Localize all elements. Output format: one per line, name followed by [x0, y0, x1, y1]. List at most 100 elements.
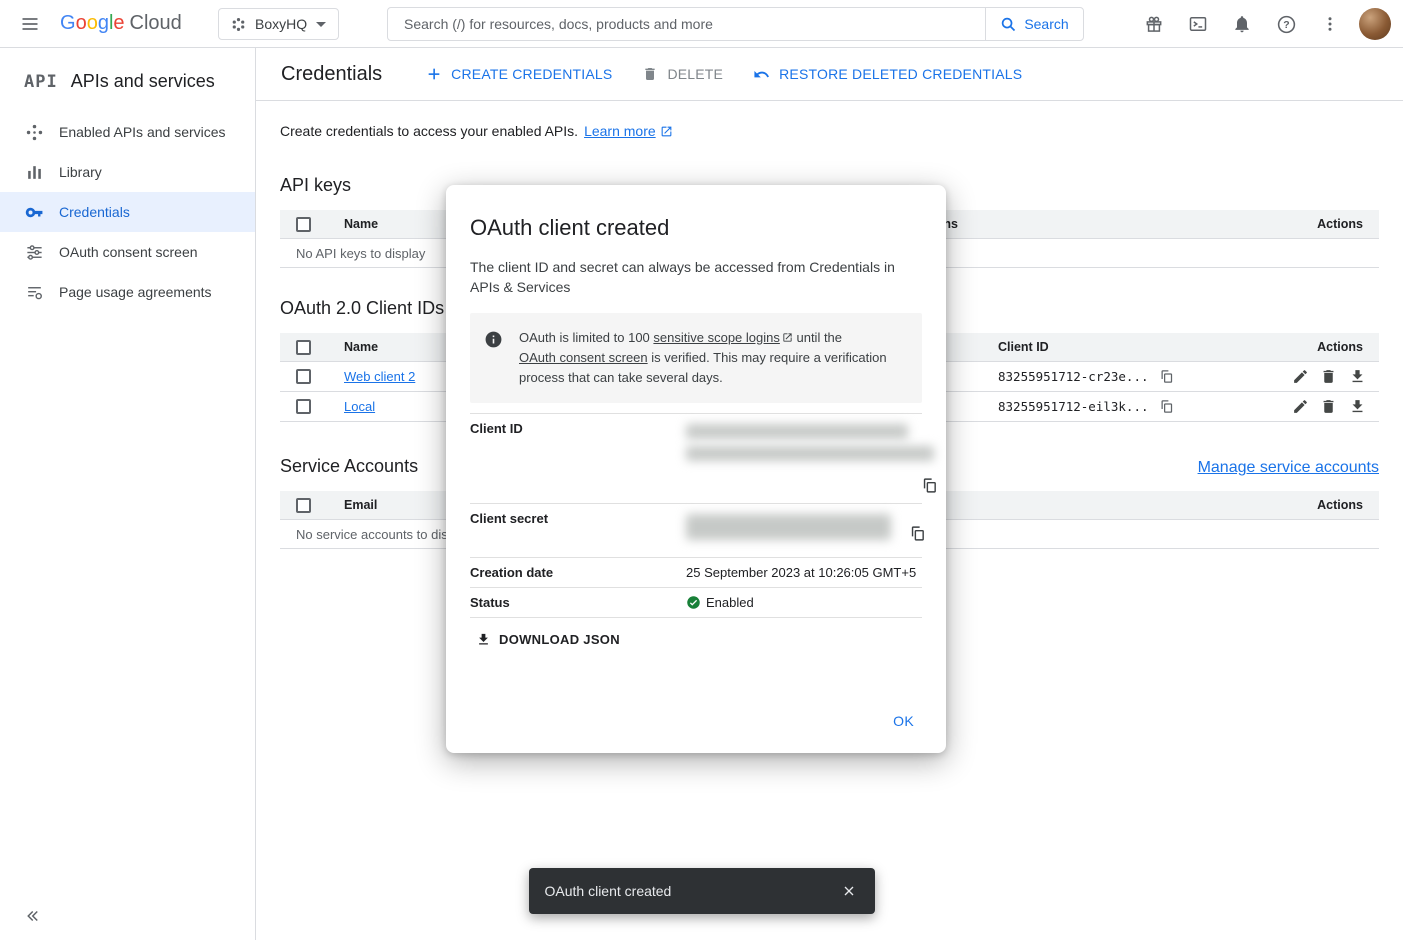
logo-letter: o: [76, 12, 87, 35]
download-icon[interactable]: [1346, 364, 1369, 390]
sensitive-scope-logins-link[interactable]: sensitive scope logins: [653, 328, 792, 348]
cloud-shell-icon[interactable]: [1177, 3, 1219, 45]
oauth-client-link[interactable]: Local: [344, 399, 375, 414]
logo-letter: o: [87, 12, 98, 35]
restore-deleted-credentials-button[interactable]: RESTORE DELETED CREDENTIALS: [753, 66, 1022, 83]
column-header-actions: Actions: [1289, 340, 1379, 354]
download-icon: [476, 632, 491, 647]
collapse-sidebar-icon[interactable]: [20, 904, 44, 928]
download-json-button[interactable]: DOWNLOAD JSON: [476, 632, 620, 647]
library-icon: [25, 163, 44, 182]
oauth-consent-screen-link[interactable]: OAuth consent screen: [519, 348, 648, 368]
sidebar-nav: API APIs and services Enabled APIs and s…: [0, 48, 256, 940]
sidebar-item-oauth-consent-screen[interactable]: OAuth consent screen: [0, 232, 255, 272]
creation-date-label: Creation date: [470, 565, 686, 580]
edit-pencil-icon[interactable]: [1289, 364, 1312, 390]
learn-more-link[interactable]: Learn more: [584, 123, 673, 139]
delete-trash-icon[interactable]: [1318, 394, 1341, 420]
project-picker[interactable]: BoxyHQ: [218, 8, 339, 40]
sidebar-header: API APIs and services: [0, 48, 255, 112]
client-id-redacted-value: [686, 424, 908, 439]
offers-gift-icon[interactable]: [1133, 3, 1175, 45]
project-name: BoxyHQ: [255, 16, 307, 32]
sidebar-item-label: Credentials: [59, 204, 130, 220]
page-description: Create credentials to access your enable…: [256, 101, 1403, 145]
page-toolbar: Credentials CREATE CREDENTIALS DELETE RE…: [256, 48, 1403, 101]
undo-icon: [753, 66, 770, 83]
copy-client-secret-icon[interactable]: [907, 523, 928, 544]
sidebar-item-enabled-apis[interactable]: Enabled APIs and services: [0, 112, 255, 152]
sidebar-item-label: Page usage agreements: [59, 284, 212, 300]
client-secret-row: Client secret: [470, 503, 922, 557]
dialog-body-text: The client ID and secret can always be a…: [470, 257, 922, 297]
svg-text:?: ?: [1283, 19, 1289, 31]
sidebar-item-label: Library: [59, 164, 102, 180]
enabled-apis-icon: [25, 123, 44, 142]
oauth-client-created-dialog: OAuth client created The client ID and s…: [446, 185, 946, 753]
copy-client-id-icon[interactable]: [919, 475, 940, 496]
plus-icon: [426, 66, 442, 82]
status-value: Enabled: [706, 595, 754, 610]
creation-date-value: 25 September 2023 at 10:26:05 GMT+5: [686, 565, 922, 580]
logo-letter: e: [113, 12, 124, 35]
agreements-icon: [25, 283, 44, 302]
close-icon[interactable]: [831, 873, 867, 909]
sidebar-title: APIs and services: [71, 71, 215, 92]
delete-button[interactable]: DELETE: [642, 66, 723, 82]
info-icon: [484, 330, 503, 388]
manage-service-accounts-link[interactable]: Manage service accounts: [1198, 459, 1379, 477]
select-all-checkbox[interactable]: [296, 217, 311, 232]
external-link-icon: [660, 125, 673, 138]
external-link-icon: [782, 328, 793, 348]
status-label: Status: [470, 595, 686, 610]
search-bar: Search: [387, 7, 1084, 41]
sidebar-item-library[interactable]: Library: [0, 152, 255, 192]
client-id-redacted-value: [686, 446, 934, 461]
copy-icon[interactable]: [1157, 397, 1177, 417]
client-secret-label: Client secret: [470, 511, 686, 550]
search-button[interactable]: Search: [985, 8, 1083, 40]
logo-letter: G: [60, 12, 76, 35]
dialog-title: OAuth client created: [470, 215, 922, 241]
edit-pencil-icon[interactable]: [1289, 394, 1312, 420]
sidebar-item-label: OAuth consent screen: [59, 244, 198, 260]
select-all-checkbox[interactable]: [296, 340, 311, 355]
top-app-bar: G o o g l e Cloud BoxyHQ Search: [0, 0, 1403, 48]
search-icon: [1000, 16, 1017, 33]
ok-button[interactable]: OK: [885, 707, 922, 735]
create-credentials-button[interactable]: CREATE CREDENTIALS: [426, 66, 612, 82]
status-enabled-check-icon: [686, 595, 701, 610]
delete-trash-icon[interactable]: [1318, 364, 1341, 390]
copy-icon[interactable]: [1157, 367, 1177, 387]
column-header-actions: Actions: [1289, 498, 1379, 512]
sidebar-item-page-usage-agreements[interactable]: Page usage agreements: [0, 272, 255, 312]
status-row: Status Enabled: [470, 587, 922, 617]
apis-product-icon: API: [24, 72, 58, 92]
notifications-bell-icon[interactable]: [1221, 3, 1263, 45]
download-icon[interactable]: [1346, 394, 1369, 420]
hamburger-menu-icon[interactable]: [6, 0, 54, 48]
service-accounts-title: Service Accounts: [280, 456, 418, 477]
creation-date-row: Creation date 25 September 2023 at 10:26…: [470, 557, 922, 587]
search-input[interactable]: [388, 8, 985, 40]
client-id-value: 83255951712-eil3k...: [998, 399, 1149, 414]
notice-banner: OAuth is limited to 100 sensitive scope …: [470, 313, 922, 403]
sidebar-item-credentials[interactable]: Credentials: [0, 192, 255, 232]
page-title: Credentials: [281, 63, 382, 86]
key-icon: [25, 203, 44, 222]
oauth-client-link[interactable]: Web client 2: [344, 369, 415, 384]
sidebar-item-label: Enabled APIs and services: [59, 124, 226, 140]
help-icon[interactable]: ?: [1265, 3, 1307, 45]
row-checkbox[interactable]: [296, 399, 311, 414]
client-secret-redacted-value: [686, 514, 891, 540]
snackbar: OAuth client created: [529, 868, 875, 914]
more-vertical-icon[interactable]: [1309, 3, 1351, 45]
account-avatar[interactable]: [1359, 8, 1391, 40]
search-button-label: Search: [1024, 16, 1068, 32]
row-checkbox[interactable]: [296, 369, 311, 384]
google-cloud-logo[interactable]: G o o g l e Cloud: [60, 12, 182, 35]
consent-screen-icon: [25, 243, 44, 262]
project-icon: [231, 17, 246, 32]
select-all-checkbox[interactable]: [296, 498, 311, 513]
notice-text: OAuth is limited to 100 sensitive scope …: [519, 328, 908, 388]
